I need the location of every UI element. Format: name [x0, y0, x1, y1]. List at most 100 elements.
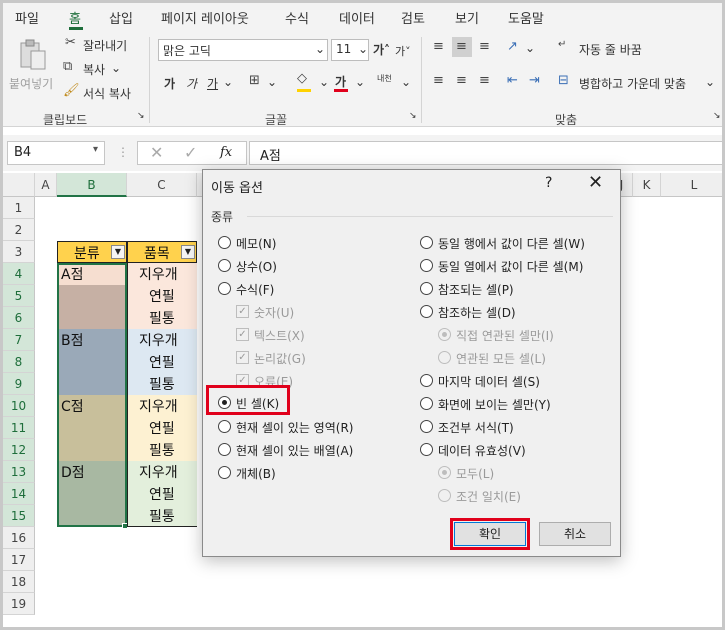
- cell-c10[interactable]: 지우개: [139, 396, 178, 416]
- copy-dropdown-icon[interactable]: ⌄: [111, 61, 121, 75]
- radio-icon[interactable]: [218, 420, 231, 433]
- cell-c14[interactable]: 연필: [149, 484, 175, 504]
- border-dropdown-icon[interactable]: ⌄: [267, 75, 277, 89]
- row-header[interactable]: 7: [3, 329, 35, 351]
- row-header[interactable]: 17: [3, 549, 35, 571]
- tab-data[interactable]: 데이터: [339, 8, 375, 27]
- orientation-dropdown-icon[interactable]: ⌄: [525, 41, 535, 55]
- column-header-a[interactable]: A: [35, 173, 57, 197]
- radio-icon[interactable]: [420, 374, 433, 387]
- radio-icon[interactable]: [218, 236, 231, 249]
- cell-c8[interactable]: 연필: [149, 352, 175, 372]
- cancel-icon[interactable]: ✕: [150, 143, 163, 162]
- merge-center-button[interactable]: 병합하고 가운데 맞춤: [579, 75, 686, 92]
- formula-input[interactable]: A점: [249, 141, 722, 165]
- orientation-icon[interactable]: ↗: [507, 39, 518, 54]
- fill-color-dropdown-icon[interactable]: ⌄: [319, 75, 329, 89]
- cell-c15[interactable]: 필통: [149, 506, 175, 526]
- font-launcher-icon[interactable]: ↘: [409, 111, 417, 121]
- underline-dropdown-icon[interactable]: ⌄: [223, 75, 233, 89]
- underline-button[interactable]: 가: [207, 75, 218, 92]
- radio-icon[interactable]: [420, 236, 433, 249]
- filter-dropdown-icon[interactable]: ▼: [181, 245, 195, 259]
- row-header[interactable]: 9: [3, 373, 35, 395]
- row-header[interactable]: 6: [3, 307, 35, 329]
- row-header[interactable]: 1: [3, 197, 35, 219]
- row-header[interactable]: 13: [3, 461, 35, 483]
- radio-icon[interactable]: [420, 305, 433, 318]
- row-header[interactable]: 5: [3, 285, 35, 307]
- row-header[interactable]: 16: [3, 527, 35, 549]
- align-middle-icon[interactable]: ≡: [456, 39, 467, 54]
- column-header-b[interactable]: B: [57, 173, 127, 197]
- font-name-select[interactable]: 맑은 고딕 ⌄: [158, 39, 328, 61]
- font-color-dropdown-icon[interactable]: ⌄: [355, 75, 365, 89]
- cell-c11[interactable]: 연필: [149, 418, 175, 438]
- row-header[interactable]: 3: [3, 241, 35, 263]
- radio-icon[interactable]: [420, 420, 433, 433]
- format-painter-button[interactable]: 서식 복사: [83, 85, 131, 102]
- phonetic-guide-icon[interactable]: 내천: [377, 73, 392, 84]
- align-bottom-icon[interactable]: ≡: [479, 39, 490, 54]
- tab-home[interactable]: 홈: [69, 8, 81, 27]
- cell-c12[interactable]: 필통: [149, 440, 175, 460]
- column-header-k[interactable]: K: [633, 173, 661, 197]
- help-button[interactable]: ?: [545, 175, 552, 191]
- cell-c7[interactable]: 지우개: [139, 330, 178, 350]
- tab-insert[interactable]: 삽입: [109, 8, 133, 27]
- alignment-launcher-icon[interactable]: ↘: [713, 111, 721, 121]
- border-icon[interactable]: ⊞: [249, 73, 260, 88]
- select-all-corner[interactable]: [3, 173, 35, 197]
- bold-button[interactable]: 가: [164, 75, 175, 92]
- radio-icon[interactable]: [420, 397, 433, 410]
- cancel-button[interactable]: 취소: [539, 522, 611, 546]
- paste-button[interactable]: 붙여넣기: [9, 37, 53, 93]
- clipboard-launcher-icon[interactable]: ↘: [137, 111, 145, 121]
- align-right-icon[interactable]: ≡: [479, 73, 490, 88]
- row-header[interactable]: 8: [3, 351, 35, 373]
- tab-formulas[interactable]: 수식: [285, 8, 309, 27]
- tab-review[interactable]: 검토: [401, 8, 425, 27]
- insert-function-button[interactable]: fx: [220, 145, 232, 160]
- wrap-text-button[interactable]: 자동 줄 바꿈: [579, 41, 642, 58]
- row-header[interactable]: 10: [3, 395, 35, 417]
- tab-help[interactable]: 도움말: [508, 8, 544, 27]
- chevron-down-icon[interactable]: ▾: [93, 144, 98, 155]
- row-header[interactable]: 11: [3, 417, 35, 439]
- merge-dropdown-icon[interactable]: ⌄: [705, 75, 715, 89]
- fill-color-icon[interactable]: ◇: [297, 71, 307, 86]
- enter-icon[interactable]: ✓: [184, 143, 197, 162]
- column-header-l[interactable]: L: [661, 173, 722, 197]
- radio-icon[interactable]: [420, 443, 433, 456]
- column-header-c[interactable]: C: [127, 173, 197, 197]
- row-header[interactable]: 18: [3, 571, 35, 593]
- decrease-indent-icon[interactable]: ⇤: [507, 73, 518, 88]
- align-top-icon[interactable]: ≡: [433, 39, 444, 54]
- align-left-icon[interactable]: ≡: [433, 73, 444, 88]
- tab-view[interactable]: 보기: [455, 8, 479, 27]
- radio-icon[interactable]: [218, 466, 231, 479]
- font-size-select[interactable]: 11 ⌄: [331, 39, 369, 61]
- radio-icon[interactable]: [218, 443, 231, 456]
- radio-icon[interactable]: [420, 259, 433, 272]
- row-header[interactable]: 14: [3, 483, 35, 505]
- header-cell-item[interactable]: 품목 ▼: [127, 241, 197, 263]
- name-box[interactable]: B4 ▾: [7, 141, 105, 165]
- align-center-icon[interactable]: ≡: [456, 73, 467, 88]
- row-header[interactable]: 19: [3, 593, 35, 615]
- increase-indent-icon[interactable]: ⇥: [529, 73, 540, 88]
- copy-button[interactable]: 복사: [83, 61, 105, 78]
- header-cell-category[interactable]: 분류 ▼: [57, 241, 127, 263]
- tab-page-layout[interactable]: 페이지 레이아웃: [161, 8, 249, 27]
- row-header[interactable]: 15: [3, 505, 35, 527]
- decrease-font-icon[interactable]: 가˅: [395, 43, 411, 59]
- italic-button[interactable]: 가: [186, 75, 197, 92]
- cell-c9[interactable]: 필통: [149, 374, 175, 394]
- close-button[interactable]: ✕: [588, 172, 603, 193]
- cut-button[interactable]: 잘라내기: [83, 37, 127, 54]
- cell-c13[interactable]: 지우개: [139, 462, 178, 482]
- row-header[interactable]: 2: [3, 219, 35, 241]
- row-header[interactable]: 4: [3, 263, 35, 285]
- phonetic-dropdown-icon[interactable]: ⌄: [401, 75, 411, 89]
- row-header[interactable]: 12: [3, 439, 35, 461]
